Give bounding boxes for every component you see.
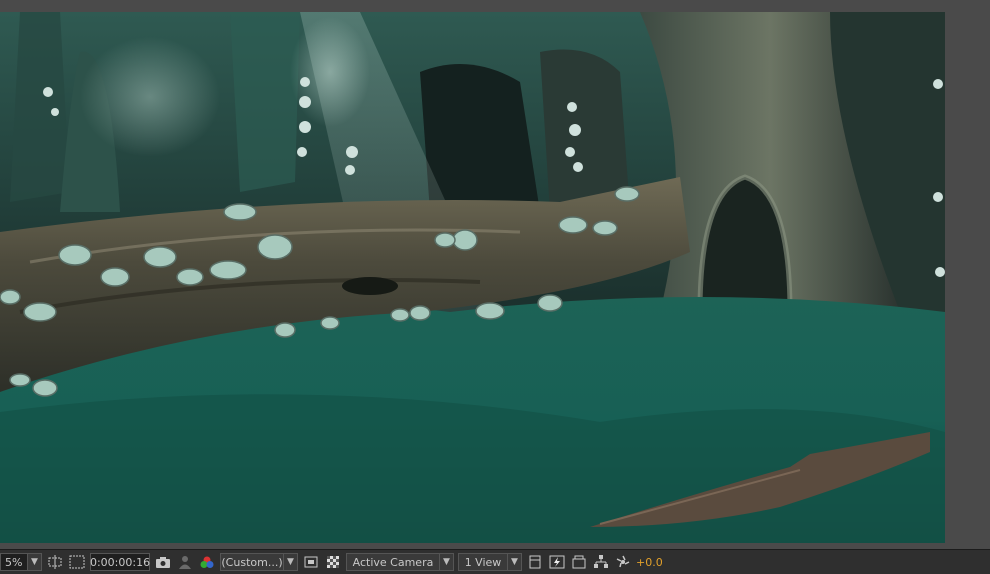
viewer-toolbar: 5% ▼ 0:00:00:16 (Custom...) ▼ Active Cam… [0, 549, 990, 574]
camera-view-dropdown[interactable]: Active Camera [346, 553, 440, 571]
zoom-value-text: 5% [5, 555, 23, 569]
zoom-value[interactable]: 5% [0, 553, 28, 571]
view-layout-text: 1 View [464, 555, 502, 569]
timecode-field[interactable]: 0:00:00:16 [90, 553, 150, 571]
reset-exposure-icon[interactable] [614, 553, 632, 571]
toggle-mask-icon[interactable] [302, 553, 320, 571]
checkerboard-icon[interactable] [324, 553, 342, 571]
color-channels-icon[interactable] [198, 553, 216, 571]
timecode-text: 0:00:00:16 [89, 555, 151, 569]
pixel-aspect-icon[interactable] [526, 553, 544, 571]
region-of-interest-icon[interactable] [46, 553, 64, 571]
camera-view-text: Active Camera [352, 555, 434, 569]
composition-viewer [0, 0, 990, 549]
snapshot-camera-icon[interactable] [154, 553, 172, 571]
view-layout-dropdown-caret[interactable]: ▼ [508, 553, 522, 571]
forest-scene-image [0, 12, 945, 543]
resolution-dropdown[interactable]: (Custom...) [220, 553, 284, 571]
camera-view-dropdown-caret[interactable]: ▼ [440, 553, 454, 571]
resolution-dropdown-caret[interactable]: ▼ [284, 553, 298, 571]
fast-preview-icon[interactable] [548, 553, 566, 571]
resolution-text: (Custom...) [221, 555, 283, 569]
exposure-value[interactable]: +0.0 [636, 553, 663, 571]
view-layout-dropdown[interactable]: 1 View [458, 553, 508, 571]
flowchart-icon[interactable] [592, 553, 610, 571]
composition-canvas[interactable] [0, 12, 945, 543]
transparency-grid-icon[interactable] [68, 553, 86, 571]
show-snapshot-icon[interactable] [176, 553, 194, 571]
3d-renderer-icon[interactable] [570, 553, 588, 571]
zoom-dropdown-caret[interactable]: ▼ [28, 553, 42, 571]
exposure-value-text: +0.0 [636, 555, 663, 569]
